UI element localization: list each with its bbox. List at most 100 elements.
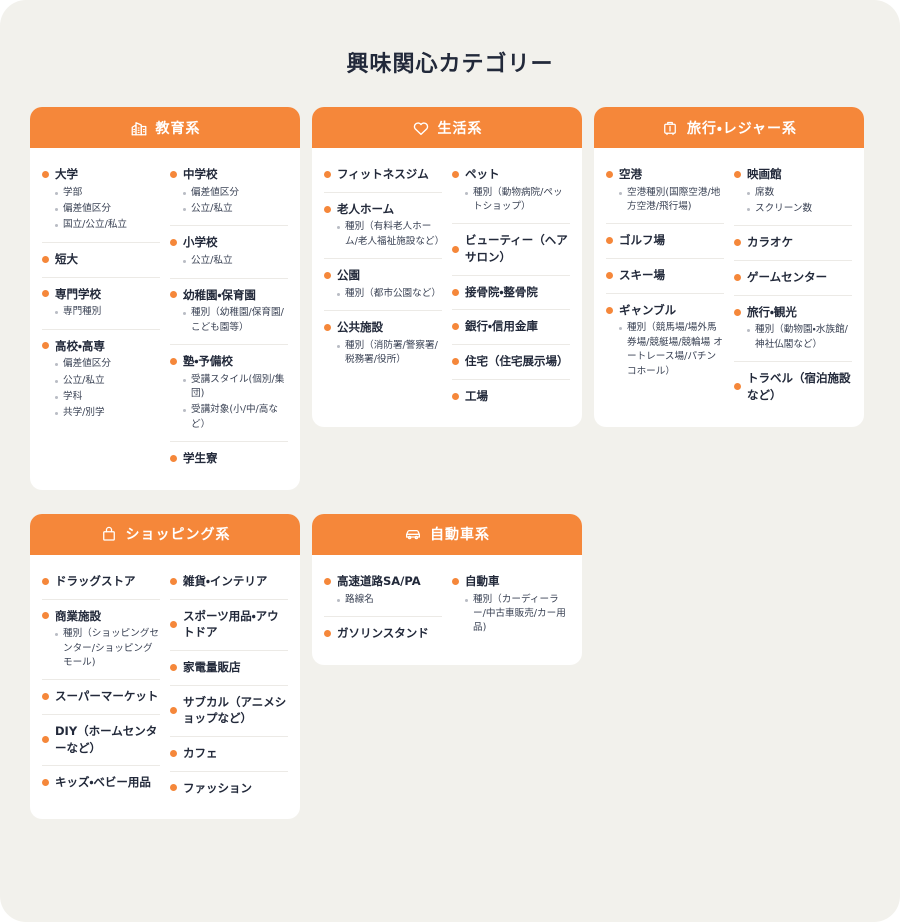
category-group-title: ガソリンスタンド (337, 625, 429, 640)
category-sub-item[interactable]: 偏差値区分 (55, 202, 160, 216)
category-group[interactable]: カフェ (170, 737, 288, 772)
category-sub-item[interactable]: 国立/公立/私立 (55, 218, 160, 232)
sub-bullet-icon (183, 378, 186, 382)
category-group[interactable]: ペット 種別（動物病院/ペットショップ） (452, 158, 570, 225)
category-group[interactable]: 工場 (452, 380, 570, 414)
category-sub-label: 偏差値区分 (63, 358, 111, 370)
category-group[interactable]: 高校・高専 偏差値区分 公立/私立 学科 共学/別学 (42, 330, 160, 430)
category-sub-list: 種別（動物病院/ペットショップ） (452, 186, 570, 215)
category-group-title: 老人ホーム (337, 201, 395, 216)
category-group[interactable]: 雑貨・インテリア (170, 565, 288, 600)
sub-bullet-icon (55, 363, 58, 367)
category-sub-item[interactable]: 受講対象(小/中/高など） (183, 403, 288, 432)
category-group[interactable]: スキー場 (606, 259, 724, 294)
card-header-life[interactable]: 生活系 (312, 107, 582, 148)
category-group[interactable]: 商業施設 種別（ショッピングセンター/ショッピングモール) (42, 600, 160, 681)
category-sub-item[interactable]: 種別（幼稚園/保育園/こども園等） (183, 306, 288, 335)
category-group[interactable]: 銀行・信用金庫 (452, 310, 570, 346)
category-group[interactable]: 住宅（住宅展示場） (452, 345, 570, 380)
category-group[interactable]: 短大 (42, 243, 160, 278)
category-group[interactable]: 幼稚園・保育園 種別（幼稚園/保育園/こども園等） (170, 279, 288, 345)
category-group-head: ゲームセンター (734, 269, 852, 286)
category-group[interactable]: 自動車 種別（カーディーラー/中古車販売/カー用品) (452, 565, 570, 645)
category-group[interactable]: ドラッグストア (42, 565, 160, 600)
category-group-head: トラベル（宿泊施設など） (734, 370, 852, 403)
category-sub-item[interactable]: 種別（動物病院/ペットショップ） (465, 186, 570, 215)
sub-bullet-icon (619, 327, 622, 331)
category-sub-item[interactable]: スクリーン数 (747, 202, 852, 216)
category-group[interactable]: ゲームセンター (734, 261, 852, 296)
category-sub-item[interactable]: 学科 (55, 390, 160, 404)
category-sub-label: 国立/公立/私立 (63, 219, 128, 231)
category-group-title: 短大 (55, 251, 78, 266)
category-sub-item[interactable]: 種別（カーディーラー/中古車販売/カー用品) (465, 593, 570, 636)
category-sub-label: 種別（動物園・水族館/神社仏閣など） (755, 324, 848, 350)
category-group[interactable]: 学生寮 (170, 442, 288, 476)
category-sub-item[interactable]: 種別（競馬場/場外馬券場/競艇場/競輪場 オートレース場/パチンコホール） (619, 321, 724, 379)
category-sub-item[interactable]: 偏差値区分 (55, 357, 160, 371)
category-group[interactable]: 旅行・観光 種別（動物園・水族館/神社仏閣など） (734, 296, 852, 363)
category-group[interactable]: 家電量販店 (170, 651, 288, 686)
card-header-travel[interactable]: 旅行・レジャー系 (594, 107, 864, 148)
category-group[interactable]: トラベル（宿泊施設など） (734, 362, 852, 412)
category-sub-item[interactable]: 専門種別 (55, 305, 160, 319)
category-sub-item[interactable]: 種別（ショッピングセンター/ショッピングモール) (55, 627, 160, 670)
category-group-title: 空港 (619, 167, 642, 181)
category-group[interactable]: 中学校 偏差値区分 公立/私立 (170, 158, 288, 227)
category-sub-item[interactable]: 偏差値区分 (183, 186, 288, 200)
category-group[interactable]: 接骨院・整骨院 (452, 276, 570, 311)
category-sub-label: 専門種別 (63, 306, 102, 318)
category-group[interactable]: 専門学校 専門種別 (42, 278, 160, 330)
category-group[interactable]: キッズ・ベビー用品 (42, 766, 160, 800)
category-sub-item[interactable]: 公立/私立 (183, 202, 288, 216)
category-sub-item[interactable]: 公立/私立 (55, 374, 160, 388)
category-sub-item[interactable]: 路線名 (337, 593, 442, 607)
category-group[interactable]: 高速道路SA/PA 路線名 (324, 565, 442, 617)
category-group[interactable]: サブカル（アニメショップなど） (170, 686, 288, 737)
category-sub-item[interactable]: 公立/私立 (183, 254, 288, 268)
category-group-head: カフェ (170, 745, 288, 762)
sub-bullet-icon (465, 191, 468, 195)
bullet-icon (452, 323, 459, 331)
category-group[interactable]: スーパーマーケット (42, 680, 160, 716)
category-group[interactable]: 映画館 席数 スクリーン数 (734, 158, 852, 227)
category-sub-item[interactable]: 種別（有料老人ホーム/老人福祉施設など） (337, 220, 444, 249)
category-sub-item[interactable]: 共学/別学 (55, 406, 160, 420)
sub-bullet-icon (183, 409, 186, 413)
category-sub-item[interactable]: 学部 (55, 186, 160, 200)
category-group-head: カラオケ (734, 234, 852, 251)
card-header-automotive[interactable]: 自動車系 (312, 513, 582, 555)
category-group[interactable]: カラオケ (734, 226, 852, 262)
category-group[interactable]: 塾・予備校 受講スタイル(個別/集団) 受講対象(小/中/高など） (170, 345, 288, 443)
category-sub-item[interactable]: 種別（都市公園など） (337, 287, 442, 301)
category-page: 興味関心カテゴリー 教育系 大学 学部 偏差値区分 国立/公立/私立 短大 専門学校 専門種別… (0, 0, 900, 922)
category-group[interactable]: 公共施設 種別（消防署/警察署/税務署/役所） (324, 311, 442, 376)
category-sub-list: 偏差値区分公立/私立 (170, 186, 288, 217)
category-group[interactable]: 大学 学部 偏差値区分 国立/公立/私立 (42, 158, 160, 243)
bullet-icon (452, 245, 459, 253)
category-group[interactable]: ファッション (170, 772, 288, 806)
card-column: ペット 種別（動物病院/ペットショップ） ビューティー（ヘアサロン） 接骨院・整骨院銀… (452, 158, 570, 413)
category-sub-item[interactable]: 種別（動物園・水族館/神社仏閣など） (747, 323, 852, 352)
category-group[interactable]: ギャンブル 種別（競馬場/場外馬券場/競艇場/競輪場 オートレース場/パチンコホー… (606, 294, 724, 388)
category-sub-item[interactable]: 受講スタイル(個別/集団) (183, 373, 288, 402)
category-sub-item[interactable]: 種別（消防署/警察署/税務署/役所） (337, 339, 442, 368)
sub-bullet-icon (337, 292, 340, 296)
category-group[interactable]: フィットネスジム (324, 158, 442, 193)
category-group[interactable]: 小学校 公立/私立 (170, 226, 288, 279)
category-group[interactable]: DIY（ホームセンターなど） (42, 715, 160, 767)
card-header-shopping[interactable]: ショッピング系 (30, 513, 300, 555)
card-header-education[interactable]: 教育系 (30, 107, 300, 148)
category-sub-list: 専門種別 (42, 305, 160, 319)
category-group[interactable]: スポーツ用品・アウトドア (170, 600, 288, 651)
category-group-head: 接骨院・整骨院 (452, 284, 570, 301)
category-group[interactable]: ゴルフ場 (606, 224, 724, 260)
category-group-head: キッズ・ベビー用品 (42, 774, 160, 791)
category-group[interactable]: ビューティー（ヘアサロン） (452, 224, 570, 276)
category-group[interactable]: 老人ホーム種別（有料老人ホーム/老人福祉施設など） (324, 193, 444, 260)
category-sub-item[interactable]: 席数 (747, 186, 852, 200)
category-group[interactable]: 公園 種別（都市公園など） (324, 259, 442, 312)
category-sub-item[interactable]: 空港種別(国際空港/地方空港/飛行場) (619, 186, 724, 215)
category-group[interactable]: 空港空港種別(国際空港/地方空港/飛行場) (606, 158, 724, 225)
category-group[interactable]: ガソリンスタンド (324, 617, 442, 651)
